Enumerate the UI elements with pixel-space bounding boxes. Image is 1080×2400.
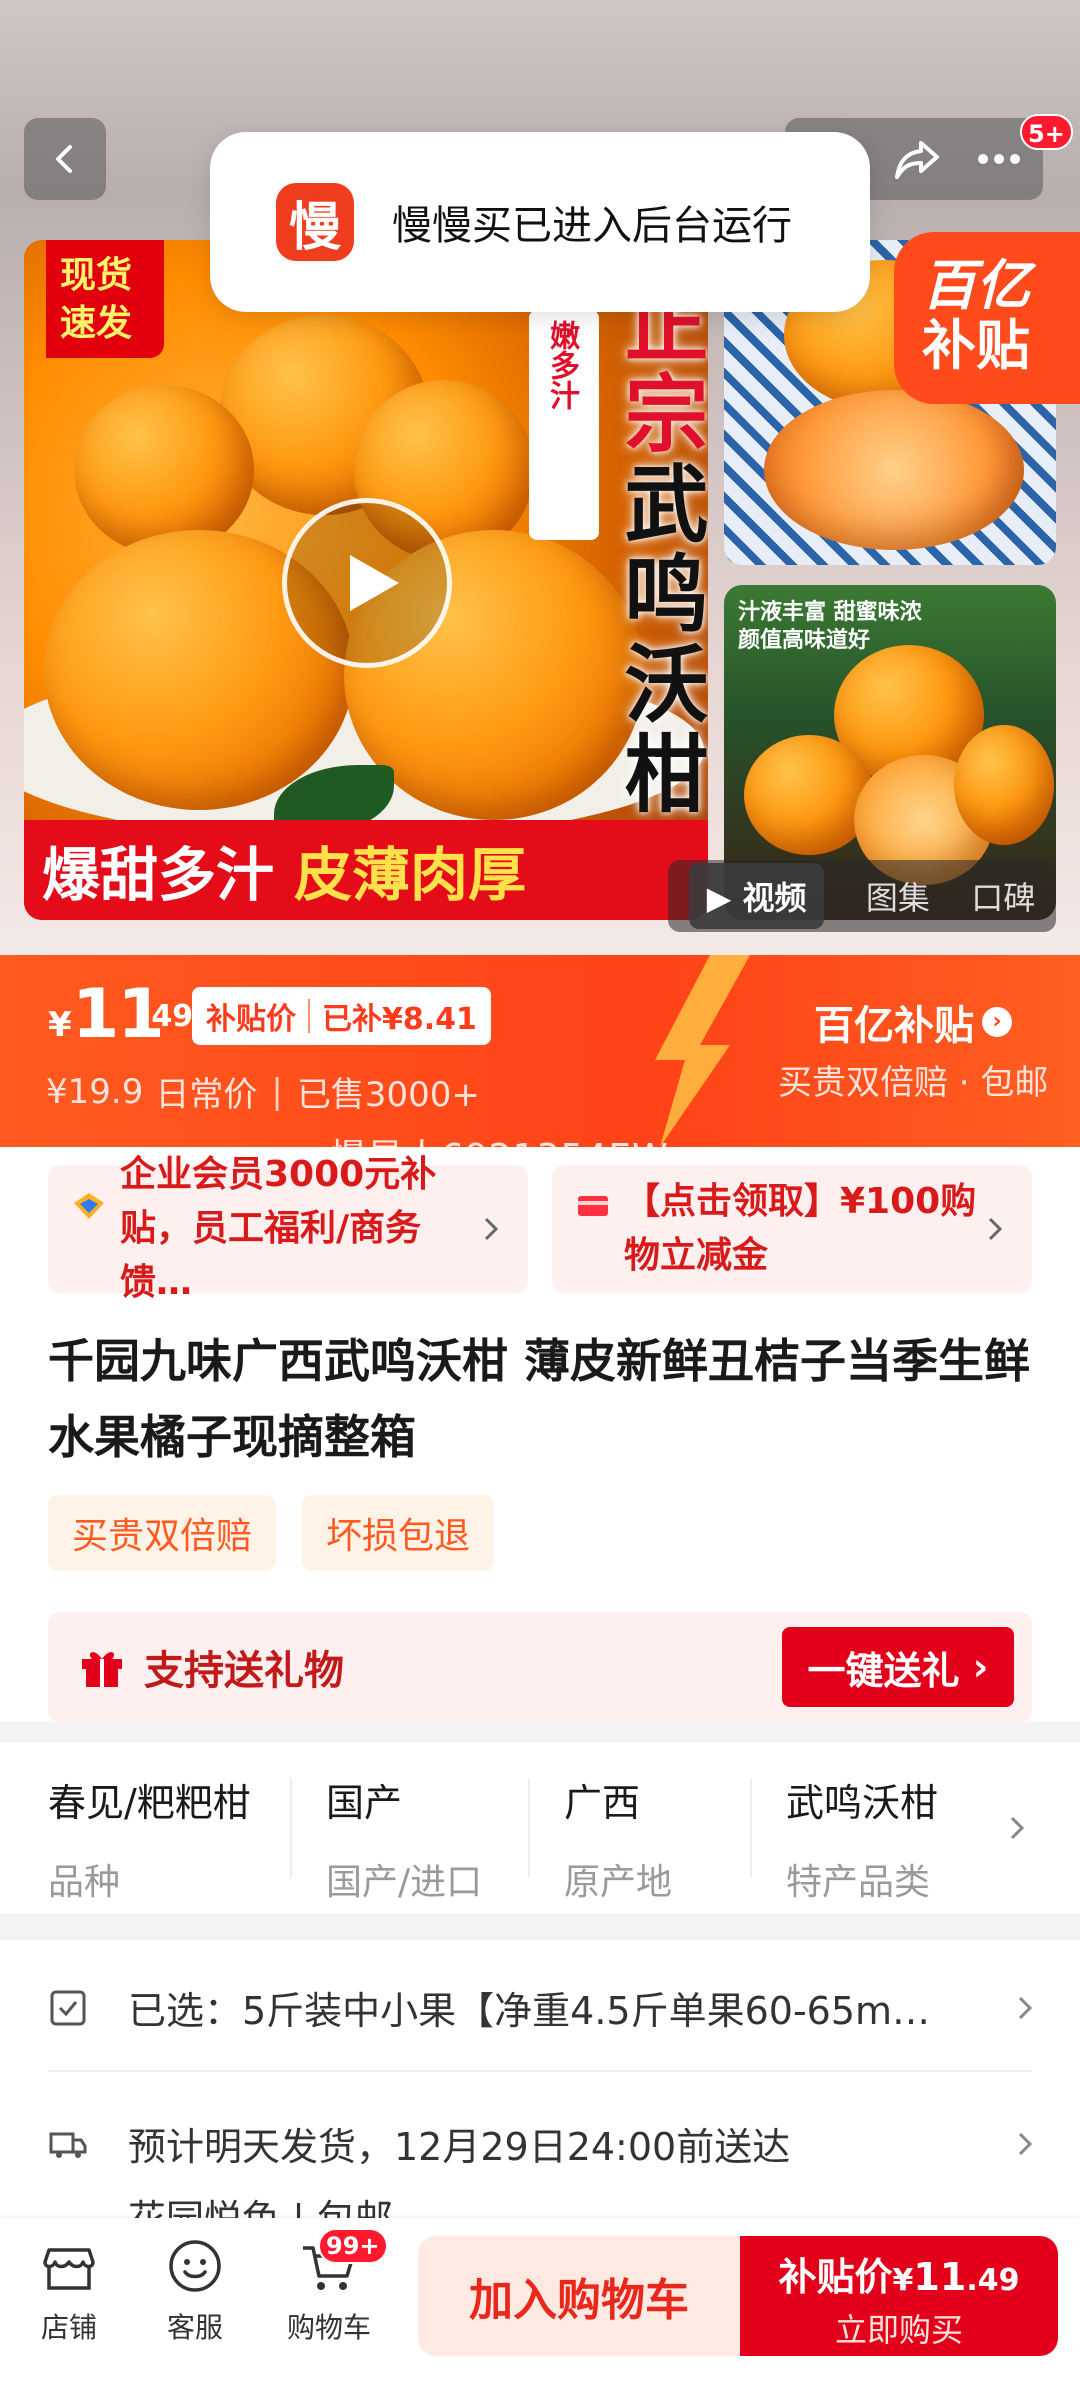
- back-button[interactable]: [24, 118, 106, 200]
- buy-now-label: 立即购买: [834, 2311, 963, 2349]
- original-price: ¥19.9: [46, 1071, 144, 1112]
- shipping-text: 预计明天发货，12月29日24:00前送达: [128, 2125, 791, 2169]
- orange-shape: [744, 735, 874, 855]
- shop-icon: [43, 2248, 95, 2290]
- selected-option-row[interactable]: 已选：5斤装中小果【净重4.5斤单果60-65m…: [48, 1980, 1038, 2035]
- play-video-button[interactable]: [282, 498, 452, 668]
- spec-value: 国产: [326, 1781, 403, 1825]
- product-gallery[interactable]: 现货 速发 嫩多汁 正宗武鸣沃柑 爆甜多汁 皮薄肉厚 汁液丰富 甜蜜味浓 颜值高…: [0, 0, 1080, 955]
- promo-coupon[interactable]: 【点击领取】¥100购物立减金: [552, 1165, 1032, 1293]
- customer-service-icon: [169, 2240, 221, 2292]
- chevron-right-icon: [1018, 1996, 1033, 2019]
- banner-left-text: 爆甜多汁: [42, 841, 275, 909]
- peeled-orange-shape: [764, 390, 1024, 550]
- hero-bottom-banner: 爆甜多汁 皮薄肉厚: [24, 820, 708, 920]
- diamond-icon: [74, 1193, 104, 1219]
- share-icon[interactable]: [891, 133, 943, 185]
- notification-badge: 5+: [1020, 114, 1073, 150]
- spec-origin: 广西 原产地: [564, 1772, 672, 1905]
- subsidy-guarantee: 买贵双倍赔 · 包邮: [778, 1063, 1049, 1103]
- service-button[interactable]: 客服: [140, 2236, 250, 2346]
- truck-icon: [49, 2132, 87, 2158]
- gift-row: 支持送礼物 一键送礼 ›: [48, 1612, 1032, 1722]
- promo-text: 【点击领取】¥100购物立减金: [624, 1181, 977, 1276]
- price-meta: ¥19.9 日常价 | 已售3000+: [46, 1067, 480, 1116]
- card-icon: [578, 1196, 608, 1216]
- chevron-right-icon: [484, 1217, 499, 1241]
- spec-value: 广西: [564, 1781, 641, 1825]
- spec-key: 国产/进口: [326, 1862, 483, 1903]
- divider: [750, 1778, 752, 1878]
- divider: [48, 2070, 1032, 2072]
- product-headline: 正宗武鸣沃柑: [611, 280, 708, 820]
- product-info-card: 企业会员3000元补贴，员工福利/商务馈… 【点击领取】¥100购物立减金 千园…: [0, 1147, 1080, 1722]
- chevron-right-icon: [1018, 2132, 1033, 2155]
- gift-icon: [82, 1652, 122, 1687]
- buy-price: 补贴价¥11.49: [778, 2255, 1020, 2299]
- add-to-cart-button[interactable]: 加入购物车: [418, 2236, 740, 2356]
- spec-variety: 春见/粑粑柑 品种: [48, 1772, 251, 1905]
- main-product-image[interactable]: 现货 速发 嫩多汁 正宗武鸣沃柑 爆甜多汁 皮薄肉厚: [24, 240, 708, 920]
- product-title: 千园九味广西武鸣沃柑 薄皮新鲜丑桔子当季生鲜水果橘子现摘整箱: [48, 1334, 1031, 1464]
- orange-shape: [954, 725, 1054, 845]
- juicy-tag: 嫩多汁: [529, 310, 599, 540]
- selected-option-text: 已选：5斤装中小果【净重4.5斤单果60-65m…: [128, 1989, 931, 2033]
- service-label: 客服: [166, 2311, 223, 2344]
- send-gift-button[interactable]: 一键送礼 ›: [782, 1627, 1014, 1707]
- orange-shape: [74, 385, 254, 555]
- chip-price-guarantee[interactable]: 买贵双倍赔: [48, 1495, 277, 1571]
- spec-origin-type: 国产 国产/进口: [326, 1772, 482, 1905]
- spec-specialty: 武鸣沃柑 特产品类: [786, 1772, 938, 1905]
- chevron-right-icon: ›: [982, 1007, 1012, 1037]
- app-logo: 慢: [276, 183, 354, 261]
- subsidy-amount: 已补¥8.41: [322, 1002, 477, 1037]
- shop-label: 店铺: [40, 2311, 97, 2344]
- subsidy-brand-link[interactable]: 百亿补贴 ›: [814, 993, 1012, 1051]
- cart-label: 购物车: [286, 2311, 371, 2344]
- divider: [290, 1778, 292, 1878]
- chevron-right-icon: [1010, 1816, 1025, 1840]
- background-toast: 慢 慢慢买已进入后台运行: [210, 132, 870, 312]
- chevron-left-icon: [56, 145, 72, 173]
- specs-row[interactable]: 春见/粑粑柑 品种 国产 国产/进口 广西 原产地 武鸣沃柑 特产品类: [0, 1742, 1080, 1914]
- price-banner: ¥ 11 .49 补贴价 已补¥8.41 ¥19.9 日常价 | 已售3000+…: [0, 955, 1080, 1147]
- play-icon: [350, 555, 399, 611]
- spec-key: 品种: [48, 1862, 121, 1903]
- banner-right-text: 皮薄肉厚: [294, 841, 527, 909]
- promo-text: 企业会员3000元补贴，员工福利/商务馈…: [120, 1154, 437, 1303]
- subsidy-corner-badge: 百亿 补贴: [894, 232, 1080, 404]
- promo-enterprise[interactable]: 企业会员3000元补贴，员工福利/商务馈…: [48, 1154, 528, 1303]
- subsidy-brand: 百亿补贴: [814, 1003, 974, 1049]
- more-icon[interactable]: [973, 133, 1025, 185]
- spec-value: 春见/粑粑柑: [48, 1781, 251, 1825]
- tab-video[interactable]: ▶ 视频: [688, 863, 825, 929]
- tab-gallery[interactable]: 图集: [866, 873, 930, 919]
- checklist-icon: [50, 1990, 86, 2025]
- price-decimal: .49: [140, 999, 194, 1034]
- lightning-decoration: [655, 955, 750, 1147]
- gift-label: 支持送礼物: [144, 1648, 344, 1694]
- cart-count-badge: 99+: [318, 2228, 388, 2264]
- sold-count: 已售3000+: [296, 1075, 480, 1115]
- guarantee-chips: 买贵双倍赔 坏损包退: [48, 1495, 495, 1571]
- chip-damage-refund[interactable]: 坏损包退: [302, 1495, 495, 1571]
- in-stock-badge: 现货 速发: [46, 240, 164, 358]
- spec-key: 特产品类: [786, 1862, 931, 1903]
- shipping-row[interactable]: 预计明天发货，12月29日24:00前送达: [48, 2116, 1038, 2171]
- toast-message: 慢慢买已进入后台运行: [392, 203, 792, 249]
- shop-button[interactable]: 店铺: [14, 2236, 124, 2346]
- divider: [528, 1778, 530, 1878]
- price-currency: ¥: [48, 1005, 72, 1045]
- media-tabs: ▶ 视频 图集 口碑: [668, 860, 1056, 932]
- original-price-label: 日常价: [155, 1075, 258, 1115]
- tab-reviews[interactable]: 口碑: [971, 873, 1035, 919]
- info-rows: 已选：5斤装中小果【净重4.5斤单果60-65m… 预计明天发货，12月29日2…: [0, 1940, 1080, 2230]
- spec-key: 原产地: [564, 1862, 673, 1903]
- bottom-action-bar: 店铺 客服 购物车 99+ 加入购物车 补贴价¥11.49 立即购买: [0, 2218, 1080, 2400]
- chevron-right-icon: [988, 1217, 1003, 1241]
- buy-now-button[interactable]: 补贴价¥11.49 立即购买: [740, 2236, 1058, 2356]
- subsidy-label: 补贴价: [206, 1002, 296, 1037]
- subsidy-price-tag: 补贴价 已补¥8.41: [192, 987, 491, 1045]
- spec-value: 武鸣沃柑: [786, 1781, 939, 1825]
